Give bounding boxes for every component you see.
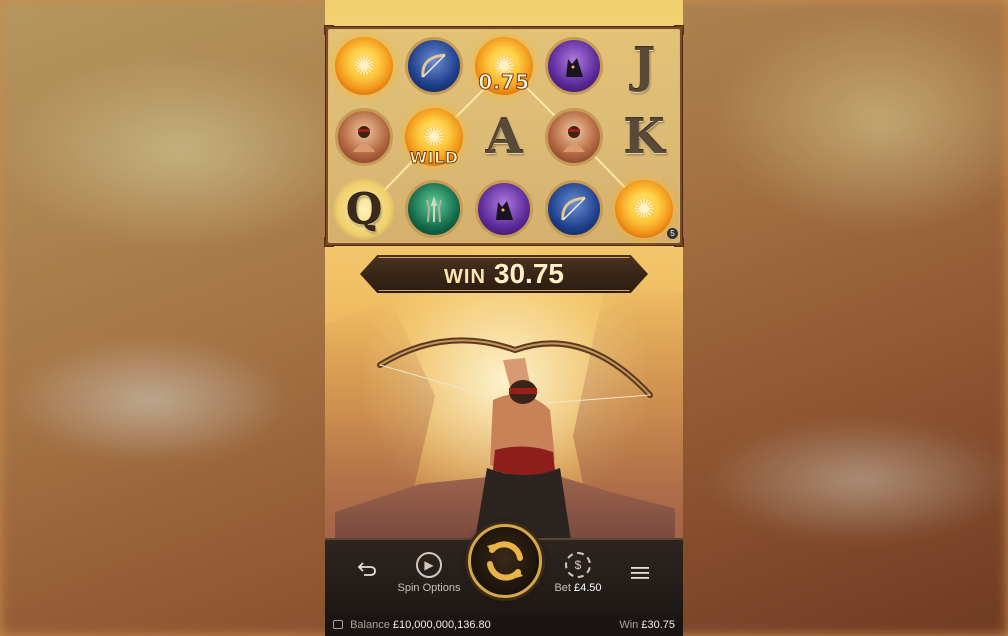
letter-j: J (632, 38, 656, 94)
reel5-row1-j-symbol: J (612, 34, 676, 98)
multiplier-value: 0.75 (478, 70, 530, 95)
archer-hero-icon (545, 108, 603, 166)
spin-button[interactable] (468, 524, 542, 598)
letter-q: Q (345, 184, 383, 234)
reel3-row1-phoenix-multiplier: ✺ 0.75 (472, 34, 536, 98)
win-label: Win (619, 619, 639, 631)
reel1-row2-hero-symbol (332, 105, 396, 169)
wild-label: WILD (409, 148, 459, 168)
phoenix-icon: ✺ (615, 180, 673, 238)
arrows-quiver-icon (405, 180, 463, 238)
menu-button[interactable] (630, 566, 650, 580)
spin-options-button[interactable]: ▶ Spin Options (393, 552, 465, 594)
win-banner-amount: 30.75 (493, 258, 564, 289)
hamburger-menu-icon (631, 567, 649, 579)
win-group: Win £30.75 (619, 619, 675, 631)
balance-label: Balance (350, 619, 390, 631)
play-icon: ▶ (416, 552, 442, 578)
win-banner: WIN 30.75 (360, 255, 648, 293)
bet-value: £4.50 (574, 582, 602, 594)
bow-arrow-icon (405, 37, 463, 95)
archer-hero-icon (335, 108, 393, 166)
reel4-row3-bow-symbol (542, 177, 606, 241)
reel5-row3-phoenix-symbol: ✺ 5 (612, 177, 678, 241)
q-glow: Q (333, 178, 395, 240)
reel2-row3-arrows-symbol (402, 177, 466, 241)
win-value: £30.75 (641, 619, 675, 631)
reel2-row1-bow-symbol (402, 34, 466, 98)
reel1-row1-phoenix-symbol: ✺ (332, 34, 396, 98)
reel-grid: ✺ ✺ 0.75 J ✺ WILD A K Q ✺ 5 (324, 25, 684, 247)
spin-options-label: Spin Options (397, 582, 461, 594)
back-arrow-icon (357, 562, 376, 576)
balance-group: Balance £10,000,000,136.80 (333, 619, 491, 631)
black-cat-icon (475, 180, 533, 238)
reel4-row2-hero-symbol (542, 105, 606, 169)
bow-arrow-icon (545, 180, 603, 238)
bet-button[interactable]: $ Bet £4.50 (549, 552, 607, 594)
reel3-row3-cat-symbol (472, 177, 536, 241)
control-bar: ▶ Spin Options $ Bet £4.50 (325, 524, 683, 614)
black-cat-icon (545, 37, 603, 95)
letter-k: K (623, 109, 665, 165)
reel3-row2-a-symbol: A (472, 105, 536, 169)
reel5-row2-k-symbol: K (612, 105, 676, 169)
scatter-count-badge: 5 (667, 228, 678, 239)
reel4-row1-cat-symbol (542, 34, 606, 98)
back-button[interactable] (357, 560, 377, 578)
phoenix-icon: ✺ (335, 37, 393, 95)
reel2-row2-wild-symbol: ✺ WILD (402, 105, 466, 169)
balance-value: £10,000,000,136.80 (392, 619, 491, 631)
wallet-icon (333, 620, 343, 629)
archer-illustration (377, 337, 653, 540)
reel1-row3-q-symbol: Q (332, 177, 396, 241)
bet-chip-icon: $ (565, 552, 591, 578)
bet-text: Bet £4.50 (554, 582, 601, 594)
info-bar: Balance £10,000,000,136.80 Win £30.75 (325, 614, 683, 636)
bet-label: Bet (554, 582, 571, 594)
letter-a: A (485, 109, 523, 165)
win-banner-label: WIN (444, 266, 486, 288)
spin-arrows-icon (487, 541, 523, 581)
